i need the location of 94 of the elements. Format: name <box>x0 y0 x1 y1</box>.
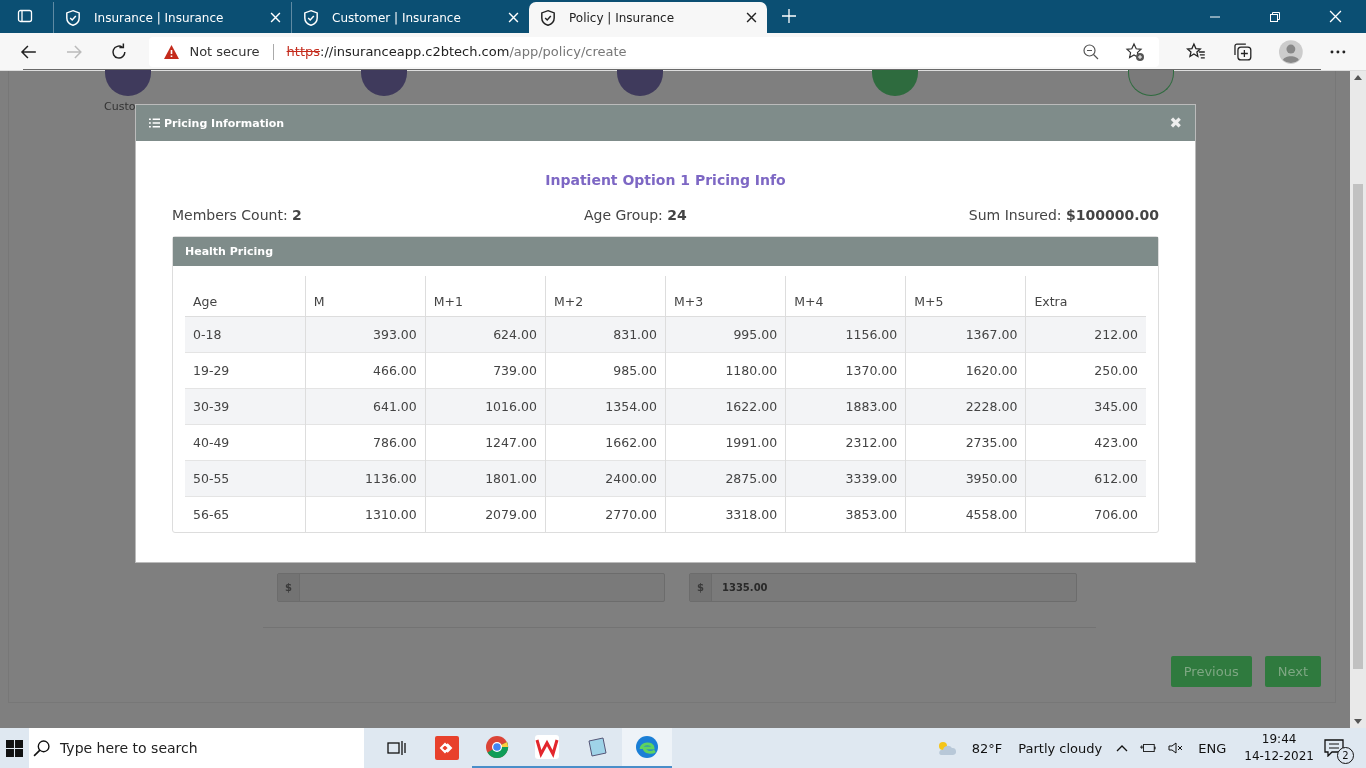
table-cell: 612.00 <box>1025 460 1146 497</box>
table-cell: 3339.00 <box>785 460 906 497</box>
task-view-icon[interactable] <box>387 740 407 756</box>
table-cell: 706.00 <box>1025 496 1146 532</box>
temperature-text: 82°F <box>971 740 1003 756</box>
table-cell: 1367.00 <box>905 316 1026 353</box>
table-cell: 30-39 <box>185 388 306 425</box>
battery-icon[interactable] <box>1140 742 1157 754</box>
column-header: M+5 <box>905 276 1026 317</box>
table-cell: 831.00 <box>545 316 666 353</box>
shield-icon <box>539 8 557 27</box>
column-header: M+4 <box>785 276 906 317</box>
table-cell: 393.00 <box>305 316 426 353</box>
table-cell: 2228.00 <box>905 388 1026 425</box>
table-cell: 2079.00 <box>425 496 546 532</box>
profile-avatar-icon[interactable] <box>1279 39 1304 64</box>
taskbar-search-field[interactable]: Type here to search <box>29 728 364 768</box>
table-cell: 2400.00 <box>545 460 666 497</box>
column-header: M+2 <box>545 276 666 317</box>
table-cell: 995.00 <box>665 316 786 353</box>
notification-center[interactable]: 2 <box>1324 732 1354 764</box>
message-icon <box>1324 739 1344 757</box>
close-icon[interactable] <box>746 12 757 23</box>
column-header: M+1 <box>425 276 546 317</box>
language-indicator[interactable]: ENG <box>1198 740 1227 756</box>
table-cell: 641.00 <box>305 388 426 425</box>
browser-tab[interactable]: Policy | Insurance <box>529 2 767 33</box>
amount-value: 1335.00 <box>721 581 768 595</box>
table-cell: 0-18 <box>185 316 306 353</box>
table-cell: 1136.00 <box>305 460 426 497</box>
table-cell: 2770.00 <box>545 496 666 532</box>
more-icon[interactable] <box>1330 49 1346 54</box>
search-icon <box>33 739 50 757</box>
chevron-up-icon[interactable] <box>1116 744 1129 752</box>
table-cell: 56-65 <box>185 496 306 532</box>
notification-count: 2 <box>1337 747 1354 764</box>
table-cell: 1016.00 <box>425 388 546 425</box>
summary-text: Sum Insured: $100000.00 <box>968 207 1159 223</box>
table-cell: 624.00 <box>425 316 546 353</box>
table-cell: 3318.00 <box>665 496 786 532</box>
table-cell: 1354.00 <box>545 388 666 425</box>
table-cell: 2875.00 <box>665 460 786 497</box>
tab-actions-icon[interactable] <box>17 8 33 24</box>
scroll-up-icon[interactable] <box>1354 75 1362 80</box>
notepad-icon[interactable] <box>585 735 609 759</box>
app-icon[interactable] <box>435 736 459 760</box>
security-status: Not secure <box>189 44 260 59</box>
restore-icon[interactable] <box>1269 11 1281 23</box>
address-bar[interactable]: Not secure https://insuranceapp.c2btech.com/app/policy/create <box>149 36 1159 67</box>
currency-prefix: $ <box>690 574 712 601</box>
table-cell: 1156.00 <box>785 316 906 353</box>
table-cell: 1622.00 <box>665 388 786 425</box>
clock[interactable]: 19:44 14-12-2021 <box>1244 731 1314 765</box>
chrome-icon[interactable] <box>485 735 509 759</box>
add-favorite-icon[interactable] <box>1124 41 1145 62</box>
warning-icon <box>163 43 181 60</box>
w-logo-icon[interactable] <box>535 735 559 759</box>
summary-text: Age Group: 24 <box>583 207 687 223</box>
dialog-title: Pricing Information <box>164 116 285 130</box>
summary-text: Members Count: 2 <box>172 207 302 223</box>
table-cell: 3950.00 <box>905 460 1026 497</box>
currency-prefix: $ <box>278 574 300 601</box>
column-header: Age <box>185 276 306 317</box>
refresh-icon[interactable] <box>109 42 128 61</box>
windows-start-icon[interactable] <box>6 739 23 757</box>
scroll-down-icon[interactable] <box>1354 719 1362 724</box>
list-icon <box>149 118 160 128</box>
scrollbar[interactable] <box>1350 71 1366 728</box>
table-cell: 1883.00 <box>785 388 906 425</box>
table-cell: 1801.00 <box>425 460 546 497</box>
pricing-heading: Inpatient Option 1 Pricing Info <box>544 172 787 188</box>
date-text: 14-12-2021 <box>1244 748 1314 765</box>
shield-icon <box>302 8 320 27</box>
speaker-muted-icon[interactable] <box>1168 742 1185 754</box>
table-cell: 212.00 <box>1025 316 1146 353</box>
time-text: 19:44 <box>1261 731 1297 748</box>
table-cell: 1310.00 <box>305 496 426 532</box>
table-cell: 50-55 <box>185 460 306 497</box>
table-cell: 4558.00 <box>905 496 1026 532</box>
column-header: Extra <box>1025 276 1146 317</box>
column-header: M+3 <box>665 276 786 317</box>
step-label: Custo <box>104 100 136 113</box>
edge-icon[interactable] <box>635 735 659 759</box>
url-text: https://insuranceapp.c2btech.com/app/policy/create <box>286 44 627 59</box>
favorites-icon[interactable] <box>1185 41 1206 62</box>
new-tab-icon[interactable] <box>781 8 797 24</box>
table-cell: 345.00 <box>1025 388 1146 425</box>
column-header: M <box>305 276 426 317</box>
panel-title: Health Pricing <box>185 245 274 258</box>
zoom-out-icon[interactable] <box>1081 42 1100 61</box>
shield-icon <box>64 8 82 27</box>
weather-text: Partly cloudy <box>1018 740 1103 756</box>
collections-icon[interactable] <box>1232 41 1253 62</box>
table-cell: 3853.00 <box>785 496 906 532</box>
